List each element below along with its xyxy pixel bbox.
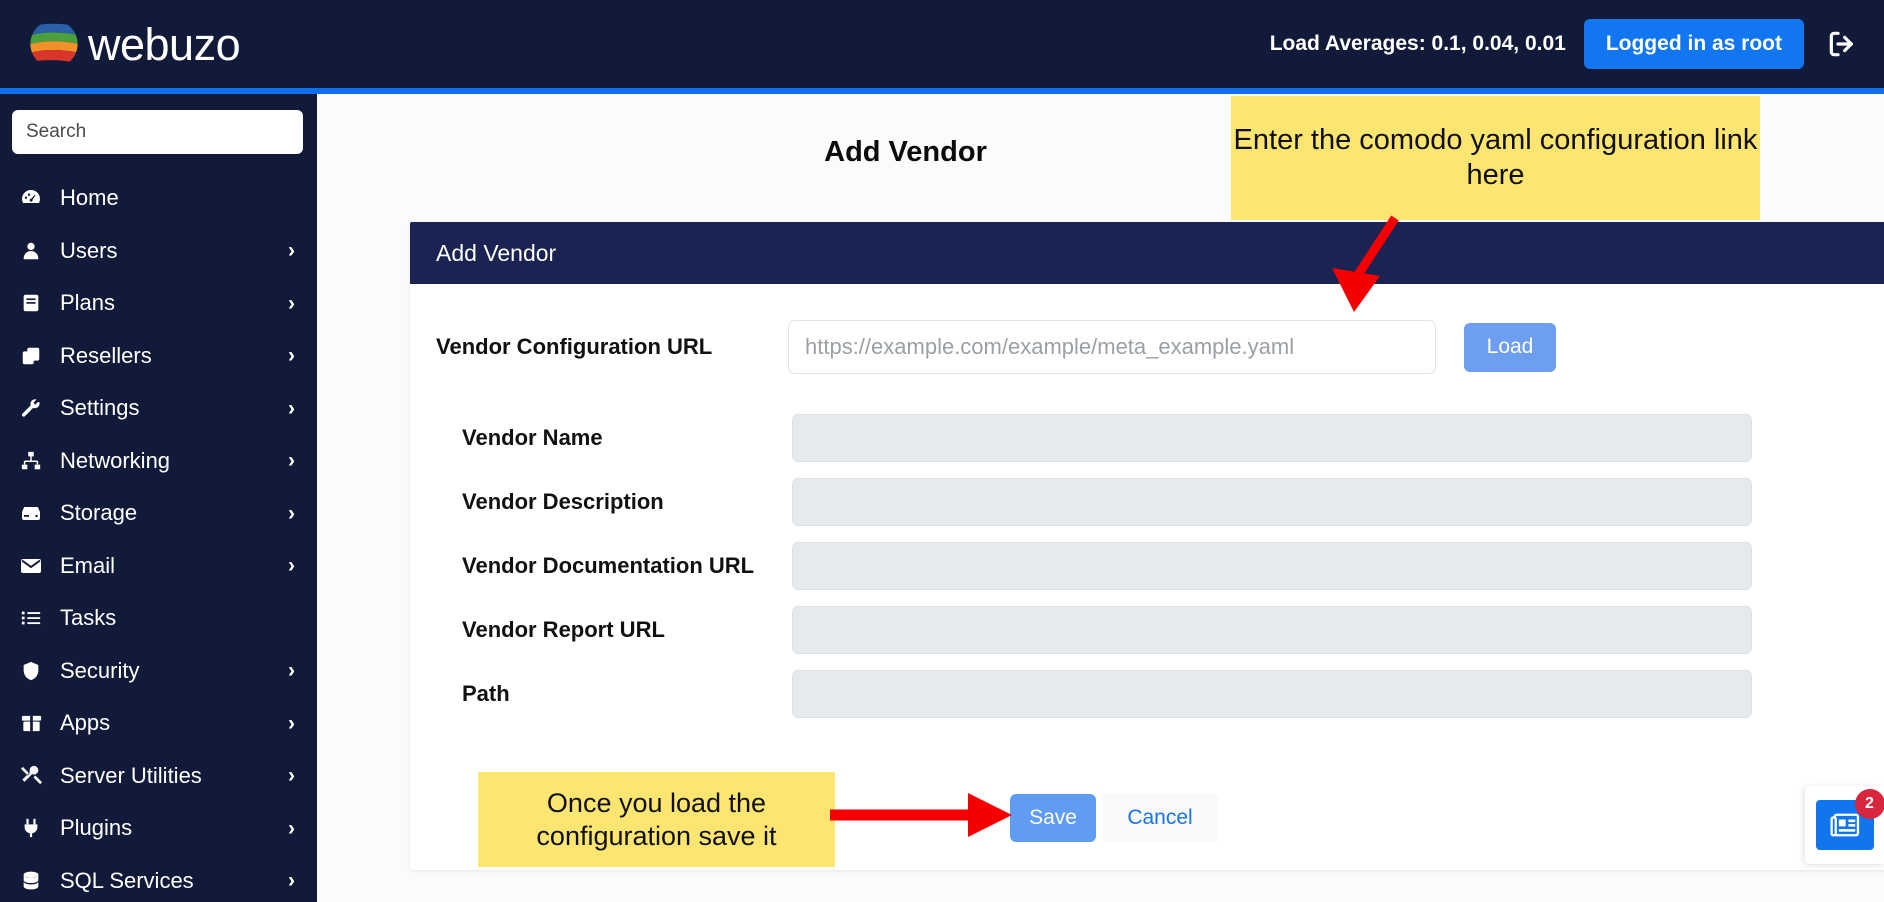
vendor-name-label: Vendor Name xyxy=(462,425,792,451)
vendor-report-url-label: Vendor Report URL xyxy=(462,617,792,643)
sidebar-item-label: Plugins xyxy=(60,815,132,841)
sidebar-item-label: Apps xyxy=(60,710,110,736)
chevron-right-icon: › xyxy=(288,713,295,734)
cancel-button[interactable]: Cancel xyxy=(1102,794,1218,842)
sidebar-item-storage[interactable]: Storage › xyxy=(0,487,317,540)
book-icon xyxy=(16,292,46,314)
chevron-right-icon: › xyxy=(288,660,295,681)
vendor-documentation-url-label: Vendor Documentation URL xyxy=(462,553,792,579)
card-title: Add Vendor xyxy=(436,240,556,267)
vendor-name-row: Vendor Name xyxy=(410,414,1884,462)
dashboard-icon xyxy=(16,186,46,210)
sidebar-item-networking[interactable]: Networking › xyxy=(0,435,317,488)
vendor-name-input[interactable] xyxy=(792,414,1752,462)
top-header-bar: webuzo Load Averages: 0.1, 0.04, 0.01 Lo… xyxy=(0,0,1884,88)
vendor-configuration-url-input[interactable] xyxy=(788,320,1436,374)
sidebar-item-label: Tasks xyxy=(60,605,116,631)
card-header: Add Vendor xyxy=(410,222,1884,284)
sidebar-item-settings[interactable]: Settings › xyxy=(0,382,317,435)
logged-in-as-button[interactable]: Logged in as root xyxy=(1584,19,1804,69)
chevron-right-icon: › xyxy=(288,240,295,261)
brand-logo[interactable]: webuzo xyxy=(26,16,240,72)
load-button[interactable]: Load xyxy=(1464,323,1556,372)
chevron-right-icon: › xyxy=(288,870,295,891)
vendor-fields-group: Vendor Name Vendor Description Vendor Do… xyxy=(410,414,1884,718)
sidebar-item-label: Email xyxy=(60,553,115,579)
vendor-configuration-url-label: Vendor Configuration URL xyxy=(436,334,788,360)
path-row: Path xyxy=(410,670,1884,718)
sidebar-item-sql-services[interactable]: SQL Services › xyxy=(0,855,317,902)
vendor-report-url-row: Vendor Report URL xyxy=(410,606,1884,654)
box-icon xyxy=(16,712,46,735)
tools-icon xyxy=(16,764,46,787)
logout-icon[interactable] xyxy=(1826,28,1858,60)
load-averages-text: Load Averages: 0.1, 0.04, 0.01 xyxy=(1270,32,1566,56)
chevron-right-icon: › xyxy=(288,503,295,524)
sidebar-item-apps[interactable]: Apps › xyxy=(0,697,317,750)
copy-icon xyxy=(16,345,46,367)
annotation-callout-top: Enter the comodo yaml configuration link… xyxy=(1231,96,1760,220)
webuzo-sphere-logo-icon xyxy=(26,16,82,72)
path-label: Path xyxy=(462,681,792,707)
sidebar-item-security[interactable]: Security › xyxy=(0,645,317,698)
search-input[interactable] xyxy=(12,110,303,154)
sidebar-item-label: Resellers xyxy=(60,343,152,369)
sidebar-item-label: Plans xyxy=(60,290,115,316)
sidebar-items-list: Home Users › Plans › Resellers › xyxy=(0,172,317,902)
vendor-report-url-input[interactable] xyxy=(792,606,1752,654)
sidebar-item-email[interactable]: Email › xyxy=(0,540,317,593)
sitemap-icon xyxy=(16,450,46,472)
header-right-group: Load Averages: 0.1, 0.04, 0.01 Logged in… xyxy=(1270,19,1884,69)
sidebar-nav: Home Users › Plans › Resellers › xyxy=(0,94,317,902)
vendor-configuration-url-row: Vendor Configuration URL Load xyxy=(410,284,1884,374)
annotation-callout-bottom: Once you load the configuration save it xyxy=(478,772,835,867)
save-button[interactable]: Save xyxy=(1010,794,1096,842)
sidebar-item-label: Home xyxy=(60,185,119,211)
shield-icon xyxy=(16,660,46,682)
sidebar-item-plugins[interactable]: Plugins › xyxy=(0,802,317,855)
sidebar-item-users[interactable]: Users › xyxy=(0,225,317,278)
form-actions: Save Cancel xyxy=(1010,794,1218,842)
sidebar-item-label: Storage xyxy=(60,500,137,526)
sidebar-item-label: Networking xyxy=(60,448,170,474)
hdd-icon xyxy=(16,501,46,525)
vendor-documentation-url-input[interactable] xyxy=(792,542,1752,590)
chevron-right-icon: › xyxy=(288,293,295,314)
news-badge-count: 2 xyxy=(1855,789,1884,819)
chevron-right-icon: › xyxy=(288,345,295,366)
vendor-description-input[interactable] xyxy=(792,478,1752,526)
chevron-right-icon: › xyxy=(288,555,295,576)
sidebar-item-label: Security xyxy=(60,658,139,684)
user-icon xyxy=(16,240,46,262)
sidebar-item-label: Users xyxy=(60,238,117,264)
sidebar-item-label: Settings xyxy=(60,395,140,421)
sidebar-item-home[interactable]: Home xyxy=(0,172,317,225)
path-input[interactable] xyxy=(792,670,1752,718)
chevron-right-icon: › xyxy=(288,765,295,786)
chevron-right-icon: › xyxy=(288,450,295,471)
plug-icon xyxy=(16,817,46,839)
sidebar-item-label: Server Utilities xyxy=(60,763,202,789)
news-widget-button[interactable]: 2 xyxy=(1805,786,1884,864)
database-icon xyxy=(16,870,46,892)
wrench-icon xyxy=(16,397,46,419)
list-icon xyxy=(16,607,46,629)
chevron-right-icon: › xyxy=(288,398,295,419)
brand-name: webuzo xyxy=(88,22,240,67)
envelope-icon xyxy=(16,554,46,578)
sidebar-item-plans[interactable]: Plans › xyxy=(0,277,317,330)
vendor-documentation-url-row: Vendor Documentation URL xyxy=(410,542,1884,590)
vendor-description-row: Vendor Description xyxy=(410,478,1884,526)
sidebar-item-label: SQL Services xyxy=(60,868,194,894)
sidebar-item-tasks[interactable]: Tasks xyxy=(0,592,317,645)
newspaper-icon: 2 xyxy=(1816,800,1874,850)
sidebar-item-server-utilities[interactable]: Server Utilities › xyxy=(0,750,317,803)
sidebar-item-resellers[interactable]: Resellers › xyxy=(0,330,317,383)
chevron-right-icon: › xyxy=(288,818,295,839)
vendor-description-label: Vendor Description xyxy=(462,489,792,515)
